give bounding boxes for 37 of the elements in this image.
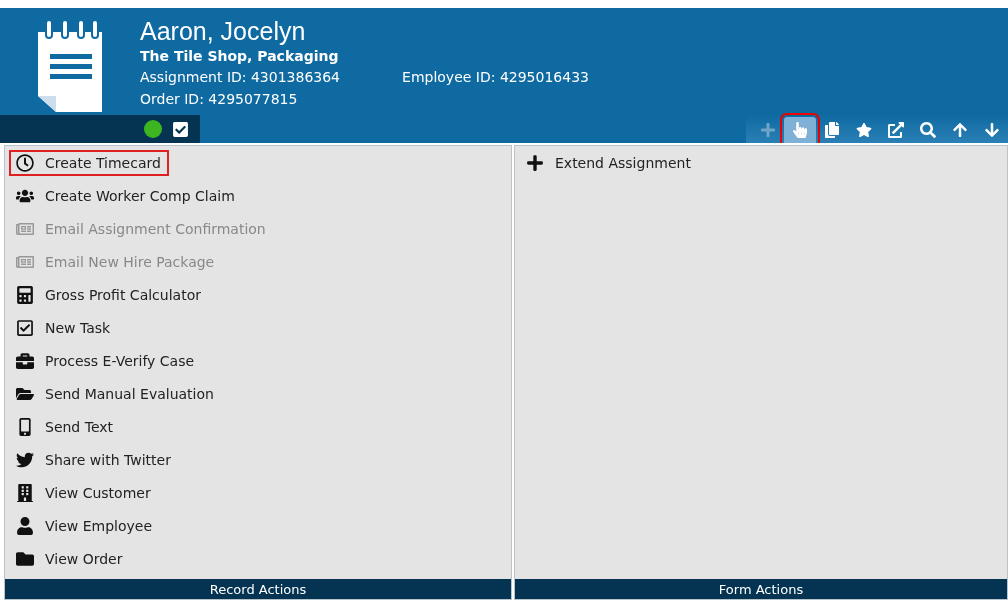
action-item[interactable]: Share with Twitter [9, 446, 179, 473]
action-item[interactable]: View Order [9, 545, 131, 572]
plus-icon [760, 122, 776, 138]
star-icon [856, 122, 872, 138]
action-item[interactable]: New Task [9, 314, 119, 341]
assignment-id: Assignment ID: 4301386364 [140, 68, 341, 87]
action-item[interactable]: Create Timecard [9, 149, 169, 176]
bird-icon [15, 450, 35, 469]
down-arrow-icon [984, 122, 1000, 138]
checkbox-icon[interactable] [172, 120, 189, 138]
action-item[interactable]: Process E-Verify Case [9, 347, 203, 374]
calculator-icon [15, 285, 35, 304]
action-item[interactable]: Gross Profit Calculator [9, 281, 209, 308]
action-item[interactable]: View Customer [9, 479, 159, 506]
record-subtitle: The Tile Shop, Packaging [140, 47, 340, 66]
clock-icon [15, 153, 35, 172]
action-item[interactable]: View Employee [9, 512, 160, 539]
plus-icon [525, 153, 545, 172]
building-icon [15, 483, 35, 502]
external-link-icon [888, 122, 904, 138]
up-arrow-icon [952, 122, 968, 138]
employee-id: Employee ID: 4295016433 [402, 68, 589, 87]
panel-title: Form Actions [515, 579, 1007, 599]
pointer-hand-icon [792, 122, 808, 138]
order-id: Order ID: 4295077815 [140, 90, 298, 109]
folder-icon [15, 549, 35, 568]
action-item[interactable]: Send Text [9, 413, 122, 440]
action-item[interactable]: Extend Assignment [519, 149, 699, 176]
person-icon [15, 516, 35, 535]
copy-icon [824, 122, 840, 138]
action-item[interactable]: Create Worker Comp Claim [9, 182, 243, 209]
panel-title: Record Actions [5, 579, 511, 599]
action-item[interactable]: Send Manual Evaluation [9, 380, 222, 407]
record-name: Aaron, Jocelyn [140, 16, 307, 46]
briefcase-icon [15, 351, 35, 370]
checkbox-icon [15, 318, 35, 337]
search-icon [920, 122, 936, 138]
